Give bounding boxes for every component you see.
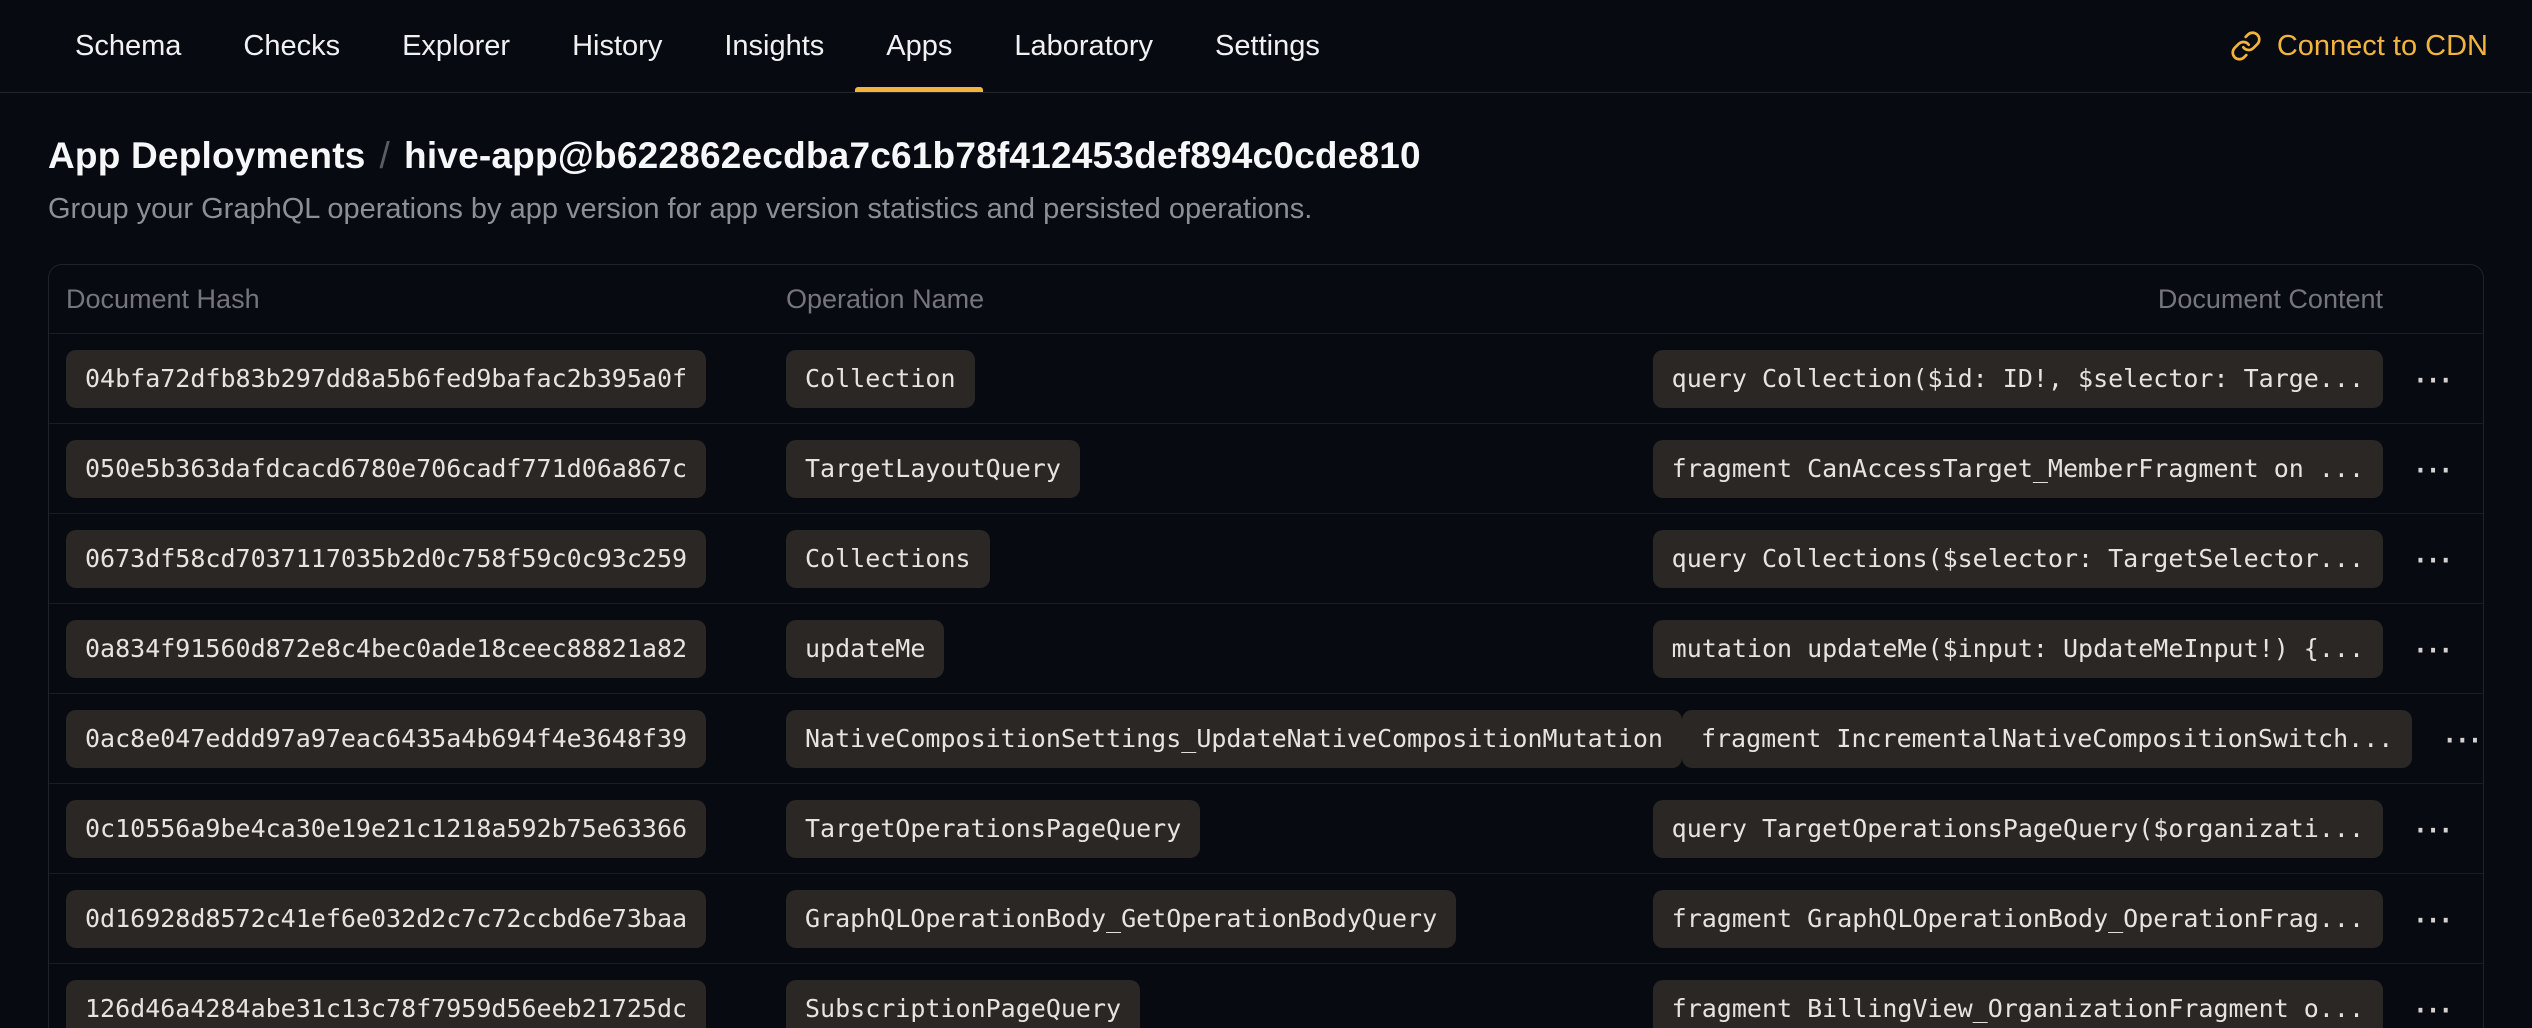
operation-name-chip: TargetOperationsPageQuery	[786, 800, 1200, 858]
table-row: 0a834f91560d872e8c4bec0ade18ceec88821a82…	[49, 603, 2483, 693]
main-content: App Deployments / hive-app@b622862ecdba7c6…	[0, 135, 2532, 1028]
ellipsis-icon: ⋯	[2414, 627, 2452, 671]
document-hash-chip: 0673df58cd7037117035b2d0c758f59c0c93c259	[66, 530, 706, 588]
nav-tabs: Schema Checks Explorer History Insights …	[44, 0, 1351, 92]
top-nav: Schema Checks Explorer History Insights …	[0, 0, 2532, 93]
document-content-chip: mutation updateMe($input: UpdateMeInput!…	[1653, 620, 2383, 678]
column-header-document-content: Document Content	[2158, 284, 2383, 315]
ellipsis-icon: ⋯	[2443, 717, 2481, 761]
tab-history[interactable]: History	[541, 0, 693, 92]
operation-name-chip: TargetLayoutQuery	[786, 440, 1080, 498]
table-header-row: Document Hash Operation Name Document Co…	[49, 265, 2483, 333]
table-row: 0d16928d8572c41ef6e032d2c7c72ccbd6e73baa…	[49, 873, 2483, 963]
column-header-operation-name: Operation Name	[786, 284, 2158, 315]
row-menu-button[interactable]: ⋯	[2404, 806, 2462, 852]
document-content-chip: fragment CanAccessTarget_MemberFragment …	[1653, 440, 2383, 498]
tab-laboratory[interactable]: Laboratory	[983, 0, 1184, 92]
connect-to-cdn-button[interactable]: Connect to CDN	[2230, 0, 2488, 92]
document-hash-chip: 0d16928d8572c41ef6e032d2c7c72ccbd6e73baa	[66, 890, 706, 948]
table-row: 04bfa72dfb83b297dd8a5b6fed9bafac2b395a0f…	[49, 333, 2483, 423]
operation-name-chip: SubscriptionPageQuery	[786, 980, 1140, 1028]
row-menu-button[interactable]: ⋯	[2404, 536, 2462, 582]
document-hash-chip: 0c10556a9be4ca30e19e21c1218a592b75e63366	[66, 800, 706, 858]
document-content-chip: fragment BillingView_OrganizationFragmen…	[1653, 980, 2383, 1028]
document-content-chip: fragment IncrementalNativeCompositionSwi…	[1682, 710, 2412, 768]
document-content-chip: query Collection($id: ID!, $selector: Ta…	[1653, 350, 2383, 408]
row-menu-button[interactable]: ⋯	[2404, 896, 2462, 942]
row-menu-button[interactable]: ⋯	[2404, 356, 2462, 402]
breadcrumb-separator: /	[380, 135, 390, 176]
table-row: 0c10556a9be4ca30e19e21c1218a592b75e63366…	[49, 783, 2483, 873]
table-row: 0673df58cd7037117035b2d0c758f59c0c93c259…	[49, 513, 2483, 603]
document-hash-chip: 0ac8e047eddd97a97eac6435a4b694f4e3648f39	[66, 710, 706, 768]
document-hash-chip: 126d46a4284abe31c13c78f7959d56eeb21725dc	[66, 980, 706, 1028]
document-hash-chip: 050e5b363dafdcacd6780e706cadf771d06a867c	[66, 440, 706, 498]
tab-insights[interactable]: Insights	[693, 0, 855, 92]
operation-name-chip: GraphQLOperationBody_GetOperationBodyQue…	[786, 890, 1456, 948]
row-menu-button[interactable]: ⋯	[2404, 446, 2462, 492]
document-hash-chip: 04bfa72dfb83b297dd8a5b6fed9bafac2b395a0f	[66, 350, 706, 408]
ellipsis-icon: ⋯	[2414, 987, 2452, 1028]
operation-name-chip: Collections	[786, 530, 990, 588]
link-icon	[2230, 30, 2262, 62]
breadcrumb-root-link[interactable]: App Deployments	[48, 135, 366, 176]
operation-name-chip: NativeCompositionSettings_UpdateNativeCo…	[786, 710, 1682, 768]
row-menu-button[interactable]: ⋯	[2404, 986, 2462, 1028]
breadcrumb-current: hive-app@b622862ecdba7c61b78f412453def89…	[404, 135, 1421, 176]
operation-name-chip: Collection	[786, 350, 975, 408]
row-menu-button[interactable]: ⋯	[2404, 626, 2462, 672]
ellipsis-icon: ⋯	[2414, 537, 2452, 581]
column-header-document-hash: Document Hash	[66, 284, 786, 315]
document-hash-chip: 0a834f91560d872e8c4bec0ade18ceec88821a82	[66, 620, 706, 678]
connect-to-cdn-label: Connect to CDN	[2277, 30, 2488, 63]
ellipsis-icon: ⋯	[2414, 357, 2452, 401]
document-content-chip: query TargetOperationsPageQuery($organiz…	[1653, 800, 2383, 858]
ellipsis-icon: ⋯	[2414, 447, 2452, 491]
table-row: 050e5b363dafdcacd6780e706cadf771d06a867c…	[49, 423, 2483, 513]
page-subtitle: Group your GraphQL operations by app ver…	[48, 193, 2484, 226]
document-content-chip: fragment GraphQLOperationBody_OperationF…	[1653, 890, 2383, 948]
breadcrumb: App Deployments / hive-app@b622862ecdba7c6…	[48, 135, 2484, 177]
document-content-chip: query Collections($selector: TargetSelec…	[1653, 530, 2383, 588]
tab-schema[interactable]: Schema	[44, 0, 212, 92]
operation-name-chip: updateMe	[786, 620, 944, 678]
ellipsis-icon: ⋯	[2414, 807, 2452, 851]
tab-apps[interactable]: Apps	[855, 0, 983, 92]
deployments-table: Document Hash Operation Name Document Co…	[48, 264, 2484, 1028]
ellipsis-icon: ⋯	[2414, 897, 2452, 941]
table-row: 126d46a4284abe31c13c78f7959d56eeb21725dc…	[49, 963, 2483, 1028]
tab-explorer[interactable]: Explorer	[371, 0, 541, 92]
tab-settings[interactable]: Settings	[1184, 0, 1351, 92]
tab-checks[interactable]: Checks	[212, 0, 371, 92]
row-menu-button[interactable]: ⋯	[2433, 716, 2484, 762]
table-row: 0ac8e047eddd97a97eac6435a4b694f4e3648f39…	[49, 693, 2483, 783]
